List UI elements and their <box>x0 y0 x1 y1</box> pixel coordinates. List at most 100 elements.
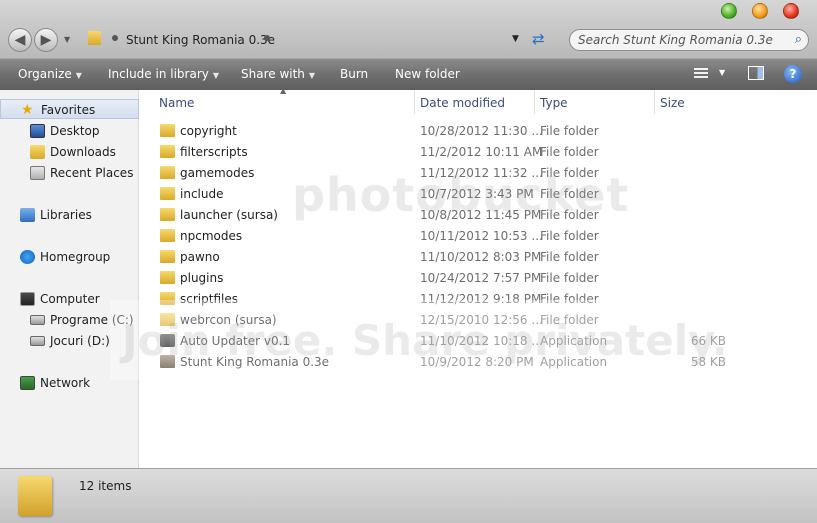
file-size: 58 KB <box>690 355 726 369</box>
include-in-library-button[interactable]: Include in library ▼ <box>108 67 219 81</box>
file-name: include <box>180 187 224 201</box>
file-type: File folder <box>540 208 599 222</box>
organize-label: Organize <box>18 67 72 81</box>
sidebar-item-label: Favorites <box>41 103 96 117</box>
folder-icon <box>160 166 175 179</box>
search-box[interactable]: ⌕ <box>569 29 809 51</box>
application-icon <box>160 355 175 368</box>
file-name: gamemodes <box>180 166 255 180</box>
views-dropdown[interactable]: ▼ <box>719 68 725 77</box>
file-row[interactable]: launcher (sursa) 10/8/2012 11:45 PM File f… <box>140 205 817 226</box>
file-row[interactable]: Stunt King Romania 0.3e 10/9/2012 8:20 PM… <box>140 352 817 373</box>
file-name: launcher (sursa) <box>180 208 278 222</box>
title-bar: ◀ ▶ ▼ Stunt King Romania 0.3e ▼ ⇄ ⌕ <box>0 0 817 58</box>
file-type: Application <box>540 334 608 348</box>
folder-icon <box>160 250 175 263</box>
file-row[interactable]: npcmodes 10/11/2012 10:53 ... File folder <box>140 226 817 247</box>
file-name: webrcon (sursa) <box>180 313 277 327</box>
file-row[interactable]: scriptfiles 11/12/2012 9:18 PM File folder <box>140 289 817 310</box>
file-type: File folder <box>540 166 599 180</box>
folder-icon <box>160 145 175 158</box>
file-type: File folder <box>540 145 599 159</box>
file-row[interactable]: gamemodes 11/12/2012 11:32 ... File folder <box>140 163 817 184</box>
file-date-modified: 11/12/2012 9:18 PM <box>420 292 542 306</box>
column-header-label: Name <box>159 96 195 110</box>
folder-icon <box>160 124 175 137</box>
search-icon[interactable]: ⌕ <box>795 32 802 47</box>
back-button[interactable]: ◀ <box>8 28 32 52</box>
sidebar-item-label: Desktop <box>50 124 100 138</box>
folder-icon <box>160 271 175 284</box>
chevron-down-icon: ▼ <box>212 71 220 80</box>
file-name: filterscripts <box>180 145 248 159</box>
file-date-modified: 10/24/2012 7:57 PM <box>420 271 542 285</box>
sidebar-item-favorites[interactable]: ★ Favorites <box>0 99 139 119</box>
organize-button[interactable]: Organize ▼ <box>18 67 82 81</box>
search-input[interactable] <box>578 33 778 47</box>
sidebar-item-label: Jocuri (D:) <box>50 334 110 348</box>
folder-icon <box>88 31 101 45</box>
include-in-library-label: Include in library <box>108 67 209 81</box>
file-row[interactable]: copyright 10/28/2012 11:30 ... File folder <box>140 121 817 142</box>
address-history-dropdown[interactable]: ▼ <box>512 34 519 44</box>
maximize-button[interactable] <box>752 3 768 19</box>
sidebar-item-homegroup[interactable]: Homegroup <box>0 247 139 267</box>
sidebar-item-label: Programe (C:) <box>50 313 134 327</box>
column-header-date-modified[interactable]: Date modified <box>415 90 535 114</box>
sidebar-item-network[interactable]: Network <box>0 373 139 393</box>
command-bar: Organize ▼ Include in library ▼ Share with… <box>0 58 817 90</box>
help-icon[interactable]: ? <box>784 65 802 83</box>
sidebar-item-drive-d[interactable]: Jocuri (D:) <box>0 331 139 351</box>
preview-pane-icon[interactable] <box>748 66 764 80</box>
sidebar-item-downloads[interactable]: Downloads <box>0 142 139 162</box>
breadcrumb-separator-icon[interactable] <box>112 35 118 41</box>
file-date-modified: 12/15/2010 12:56 ... <box>420 313 543 327</box>
folder-icon <box>160 208 175 221</box>
sidebar-item-libraries[interactable]: Libraries <box>0 205 139 225</box>
file-row[interactable]: webrcon (sursa) 12/15/2010 12:56 ... File … <box>140 310 817 331</box>
share-with-label: Share with <box>241 67 305 81</box>
file-date-modified: 10/7/2012 3:43 PM <box>420 187 534 201</box>
new-folder-button[interactable]: New folder <box>395 67 460 81</box>
file-row[interactable]: plugins 10/24/2012 7:57 PM File folder <box>140 268 817 289</box>
file-name: Auto Updater v0.1 <box>180 334 291 348</box>
network-icon <box>20 376 35 390</box>
sort-ascending-icon: ▲ <box>280 86 287 95</box>
file-name: npcmodes <box>180 229 243 243</box>
minimize-button[interactable] <box>721 3 737 19</box>
sidebar-item-computer[interactable]: Computer <box>0 289 139 309</box>
file-row[interactable]: Auto Updater v0.1 11/10/2012 10:18 ... App… <box>140 331 817 352</box>
file-type: File folder <box>540 229 599 243</box>
column-header-type[interactable]: Type <box>535 90 655 114</box>
breadcrumb-current[interactable]: Stunt King Romania 0.3e <box>126 33 275 47</box>
file-date-modified: 10/11/2012 10:53 ... <box>420 229 543 243</box>
hard-drive-icon <box>30 336 45 346</box>
forward-button[interactable]: ▶ <box>34 28 58 52</box>
file-date-modified: 11/10/2012 8:03 PM <box>420 250 542 264</box>
sidebar-item-label: Libraries <box>40 208 92 222</box>
file-row[interactable]: pawno 11/10/2012 8:03 PM File folder <box>140 247 817 268</box>
sidebar-item-desktop[interactable]: Desktop <box>0 121 139 141</box>
column-header-name[interactable]: ▲ Name <box>140 86 415 114</box>
libraries-icon <box>20 208 35 222</box>
homegroup-icon <box>20 250 35 264</box>
close-button[interactable] <box>783 3 799 19</box>
sidebar-item-recent-places[interactable]: Recent Places <box>0 163 139 183</box>
recent-pages-dropdown[interactable]: ▼ <box>64 35 70 44</box>
sidebar-item-drive-c[interactable]: Programe (C:) <box>0 310 139 330</box>
file-type: File folder <box>540 187 599 201</box>
arrow-left-icon: ◀ <box>14 32 26 48</box>
breadcrumb-separator-icon[interactable] <box>264 35 270 41</box>
refresh-icon[interactable]: ⇄ <box>532 30 545 48</box>
file-row[interactable]: include 10/7/2012 3:43 PM File folder <box>140 184 817 205</box>
share-with-button[interactable]: Share with ▼ <box>241 67 315 81</box>
computer-icon <box>20 292 35 306</box>
views-icon[interactable] <box>694 68 708 80</box>
file-type: File folder <box>540 124 599 138</box>
folder-icon <box>160 187 175 200</box>
file-date-modified: 11/10/2012 10:18 ... <box>420 334 543 348</box>
column-header-size[interactable]: Size <box>655 90 795 114</box>
burn-button[interactable]: Burn <box>340 67 368 81</box>
file-row[interactable]: filterscripts 11/2/2012 10:11 AM File fold… <box>140 142 817 163</box>
file-name: copyright <box>180 124 237 138</box>
